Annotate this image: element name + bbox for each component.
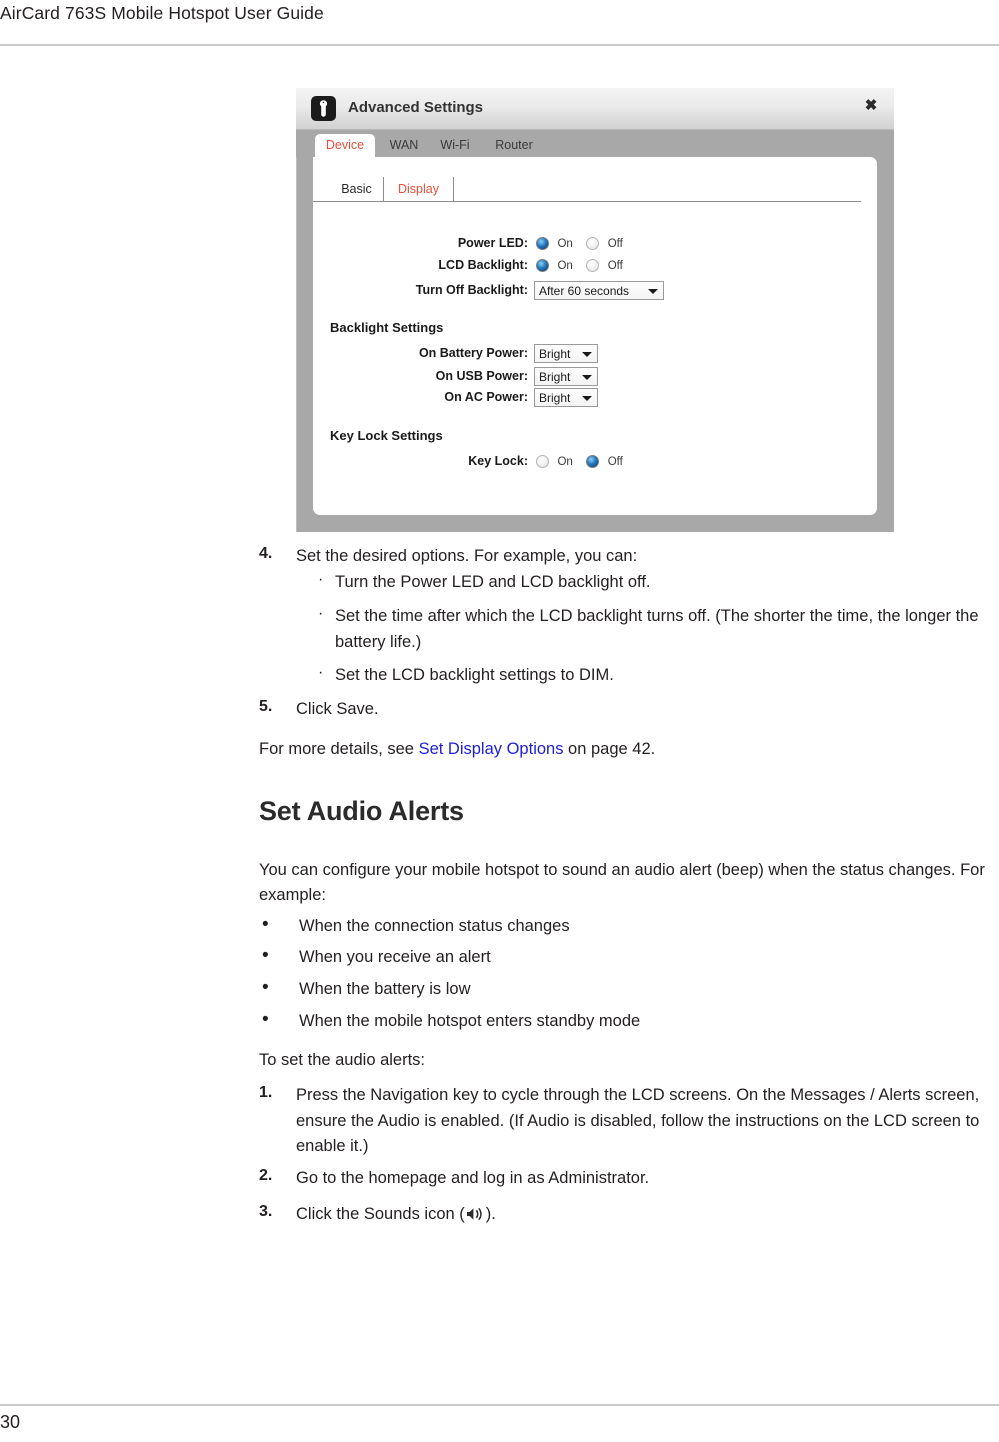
disc-bullet: • [262,945,269,966]
radio-group-power-led[interactable]: On Off [536,235,632,253]
advanced-settings-figure: Advanced Settings ✖ Device WAN Wi-Fi Rou… [296,88,894,532]
radio-lcd-backlight-off-label: Off [607,260,623,272]
select-on-usb-power-value: Bright [539,370,571,384]
running-header: AirCard 763S Mobile Hotspot User Guide [0,0,999,46]
radio-lcd-backlight-on-label: On [557,260,573,272]
radio-lcd-backlight-off[interactable] [586,259,600,272]
disc-bullet: • [262,977,269,998]
field-row-on-ac-power: On AC Power: [296,390,528,409]
step-3-text-before: Click the Sounds icon ( [296,1205,465,1223]
link-set-display-options[interactable]: Set Display Options [419,740,564,758]
step-4-text: Set the desired options. For example, yo… [296,547,638,565]
audio-alert-bullet-4: When the mobile hotspot enters standby m… [299,1012,641,1030]
field-label-lcd-backlight: LCD Backlight: [438,258,528,272]
audio-alert-bullet-2: When you receive an alert [299,948,491,966]
radio-key-lock-on-label: On [557,456,573,468]
xref-text-after: on page 42. [563,740,656,758]
disc-bullet: • [262,914,269,935]
radio-lcd-backlight-on[interactable] [536,259,549,272]
radio-power-led-off[interactable] [586,237,600,250]
group-heading-key-lock-settings: Key Lock Settings [330,428,443,443]
select-turn-off-backlight[interactable]: After 60 seconds [534,281,664,300]
field-label-power-led: Power LED: [457,236,528,250]
radio-key-lock-off[interactable] [586,455,600,468]
step-5-text: Click Save. [296,700,379,718]
select-turn-off-backlight-value: After 60 seconds [539,284,630,298]
field-label-on-usb-power: On USB Power: [435,369,528,383]
radio-power-led-on-label: On [557,238,573,250]
field-row-lcd-backlight: LCD Backlight: [296,258,528,277]
dash-bullet: · [318,664,324,681]
field-label-on-battery-power: On Battery Power: [418,346,528,360]
audio-alert-bullet-1: When the connection status changes [299,917,570,935]
section-intro-paragraph: You can configure your mobile hotspot to… [259,861,985,904]
footer-divider [0,1404,999,1406]
chevron-down-icon [582,375,592,380]
field-label-on-ac-power: On AC Power: [444,390,528,404]
group-heading-backlight-settings: Backlight Settings [330,320,444,335]
dash-bullet: · [318,605,324,622]
step-4-subitem-2: Set the time after which the LCD backlig… [335,607,979,651]
step-number-4: 4. [259,545,273,562]
step-number-3: 3. [259,1203,273,1220]
field-row-key-lock: Key Lock: [296,454,528,473]
field-row-power-led: Power LED: [296,236,528,255]
field-row-on-usb-power: On USB Power: [296,369,528,388]
select-on-usb-power[interactable]: Bright [534,367,598,386]
radio-key-lock-on[interactable] [536,455,549,468]
xref-text-before: For more details, see [259,740,419,758]
radio-group-lcd-backlight[interactable]: On Off [536,257,632,275]
field-label-turn-off-backlight: Turn Off Backlight: [415,283,528,297]
select-on-battery-power[interactable]: Bright [534,344,598,363]
select-on-battery-power-value: Bright [539,347,571,361]
radio-power-led-off-label: Off [607,238,623,250]
radio-key-lock-off-label: Off [607,456,623,468]
step-number-1: 1. [259,1084,273,1101]
step-3-text: Click the Sounds icon (). [296,1202,986,1231]
disc-bullet: • [262,1009,269,1030]
header-divider [0,44,999,46]
field-label-key-lock: Key Lock: [468,454,528,468]
select-on-ac-power-value: Bright [539,391,571,405]
radio-group-key-lock[interactable]: On Off [536,453,632,471]
sounds-speaker-icon [466,1205,485,1231]
field-row-turn-off-backlight: Turn Off Backlight: [296,283,528,302]
step-4-subitem-3: Set the LCD backlight settings to DIM. [335,666,614,684]
field-row-on-battery-power: On Battery Power: [296,346,528,365]
chevron-down-icon [582,352,592,357]
step-number-2: 2. [259,1167,273,1184]
procedure-lead-in: To set the audio alerts: [259,1051,426,1069]
step-1-text: Press the Navigation key to cycle throug… [296,1086,980,1155]
section-heading-set-audio-alerts: Set Audio Alerts [259,796,464,826]
page-number: 30 [0,1412,21,1432]
audio-alert-bullet-3: When the battery is low [299,980,471,998]
display-settings-form: Power LED: On Off LCD Backlight: On Off … [296,88,860,468]
dash-bullet: · [318,571,324,588]
chevron-down-icon [648,289,658,294]
close-icon[interactable]: ✖ [862,97,880,115]
step-2-text: Go to the homepage and log in as Adminis… [296,1169,650,1187]
step-number-5: 5. [259,698,273,715]
cross-reference-paragraph: For more details, see Set Display Option… [259,737,959,762]
chevron-down-icon [582,396,592,401]
radio-power-led-on[interactable] [536,237,549,250]
step-4-subitem-1: Turn the Power LED and LCD backlight off… [335,573,651,591]
running-header-title: AirCard 763S Mobile Hotspot User Guide [0,3,324,23]
step-3-text-after: ). [485,1205,496,1223]
select-on-ac-power[interactable]: Bright [534,388,598,407]
